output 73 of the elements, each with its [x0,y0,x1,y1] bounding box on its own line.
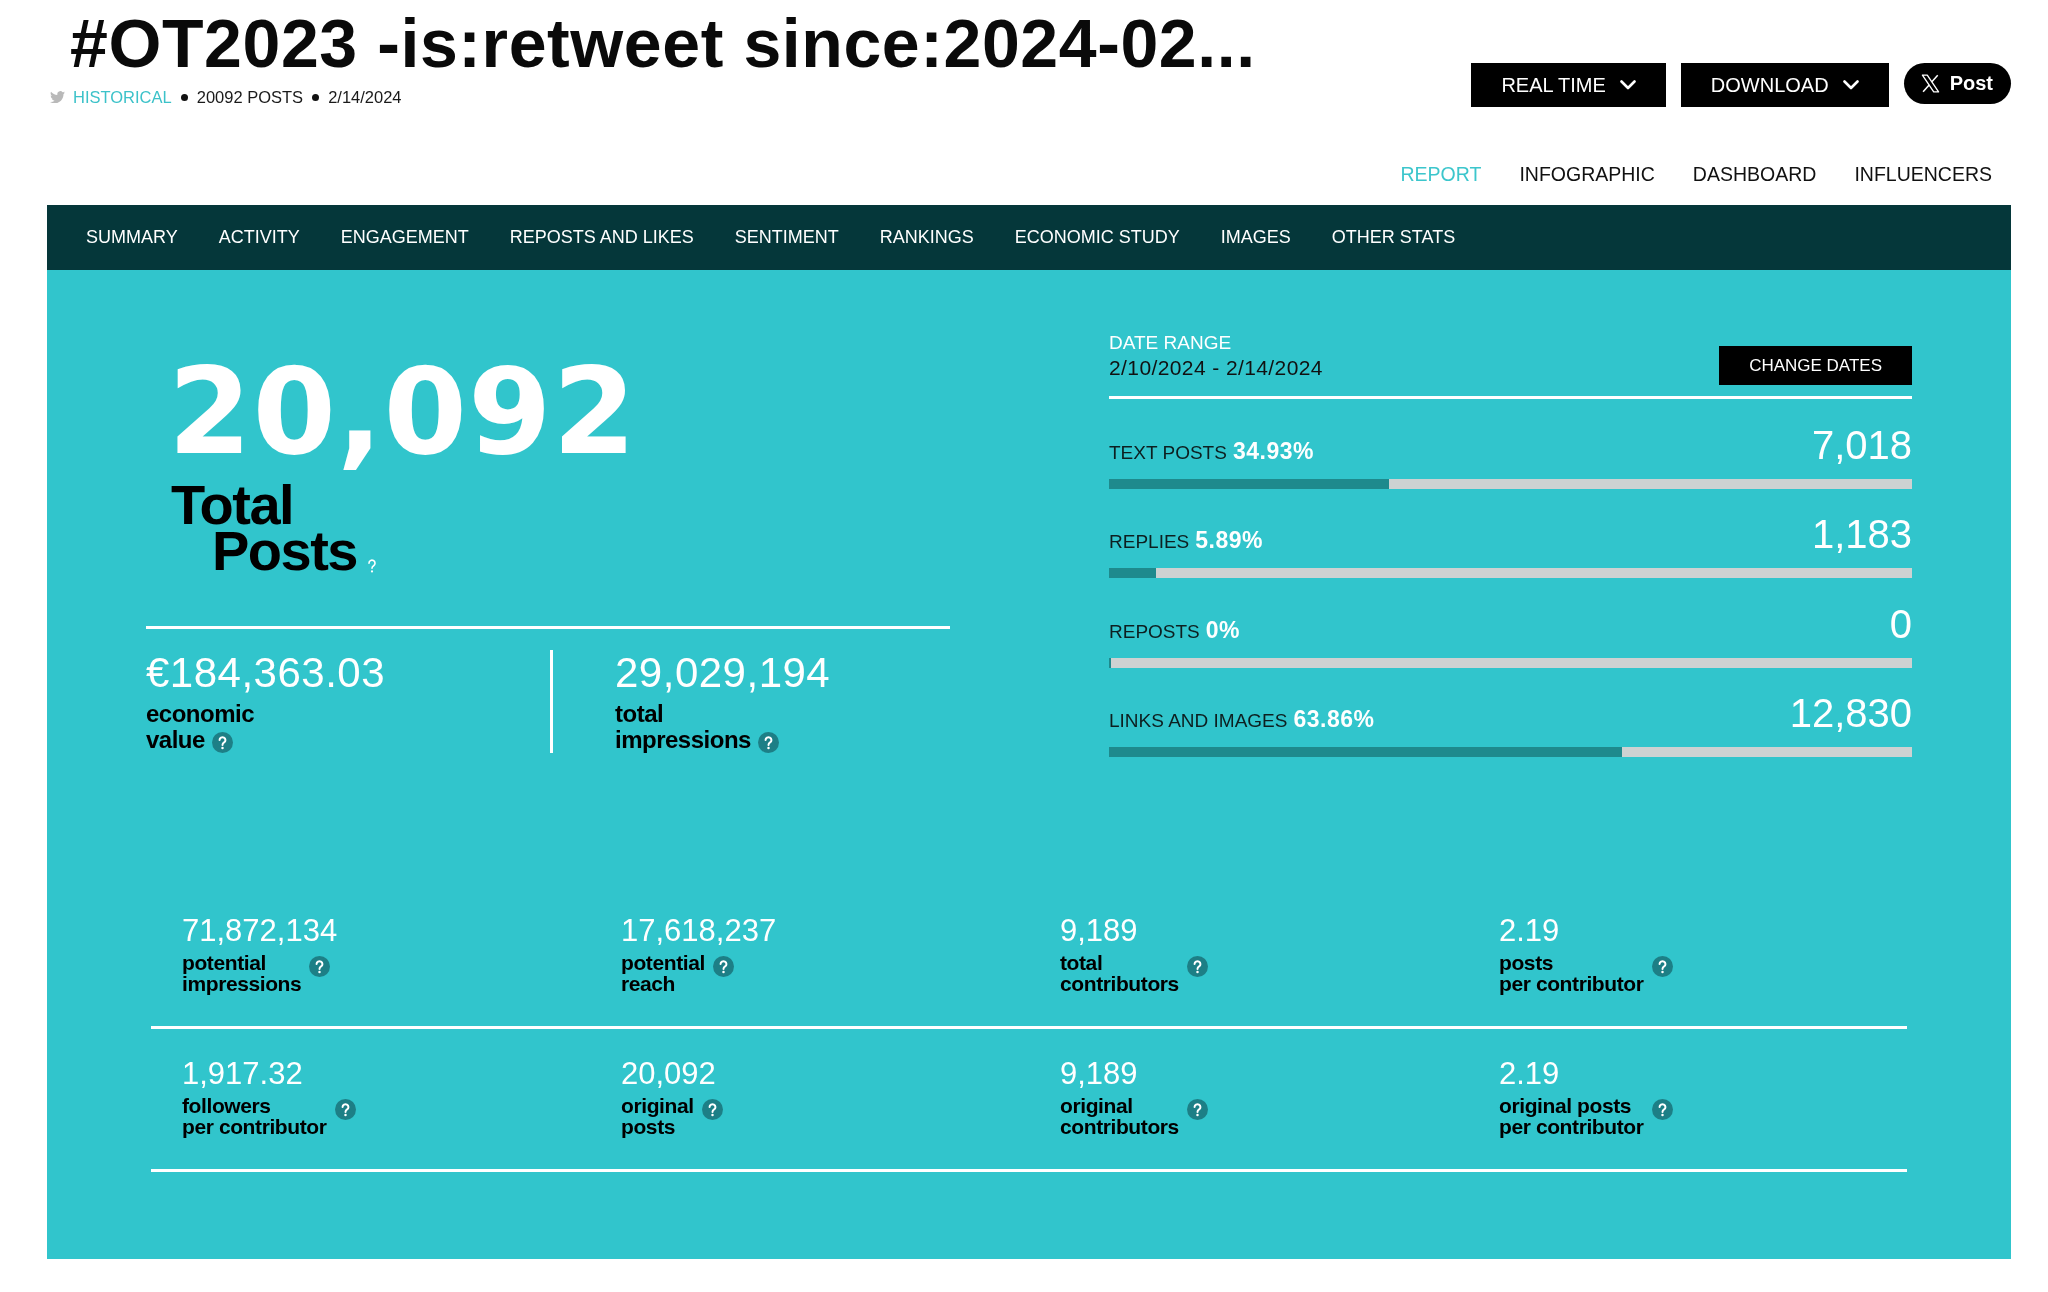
section-tab[interactable]: REPOSTS AND LIKES [509,227,694,248]
section-tab[interactable]: ACTIVITY [218,227,300,248]
stat-value: 2.19 [1499,1057,1560,1091]
breakdown-label: LINKS AND IMAGES [1109,710,1288,732]
stat-value: 17,618,237 [621,914,777,948]
help-icon[interactable] [1651,955,1673,977]
stat-label: original posts per contributor [1499,1095,1644,1137]
total-posts-value: 20,092 [168,352,638,472]
breakdown-count: 0 [1889,600,1912,647]
help-icon[interactable] [701,1098,723,1120]
figure-label: value [146,727,205,752]
help-icon[interactable] [334,1098,356,1120]
view-tab[interactable]: DASHBOARD [1673,162,1836,186]
help-icon[interactable] [1651,1098,1673,1120]
breakdown-count: 1,183 [1811,511,1912,557]
report-title: #OT2023 -is:retweet since:2024-02... [70,5,1256,81]
bullet-icon [180,93,188,101]
chevron-down-icon [1619,80,1636,90]
stat-value: 9,189 [1060,1057,1138,1091]
section-tab[interactable]: RANKINGS [879,227,974,248]
help-icon[interactable] [1186,955,1208,977]
breakdown-label: TEXT POSTS [1109,441,1227,464]
breakdown-label: REPOSTS [1109,620,1200,643]
section-tab[interactable]: IMAGES [1220,227,1291,248]
breakdown-percent: 5.89% [1195,527,1263,554]
meta-text: 2/14/2024 [328,87,402,107]
stat-value: 2.19 [1499,914,1560,948]
stat-label: original posts [621,1095,694,1137]
figure-value: €184,363.03 [146,650,386,696]
breakdown-count: 7,018 [1811,421,1912,468]
date-range-value: 2/10/2024 - 2/14/2024 [1109,355,1323,381]
breakdown-percent: 34.93% [1232,437,1314,465]
bullet-icon [312,93,320,101]
stat-value: 1,917.32 [182,1057,303,1091]
help-icon[interactable] [1186,1098,1208,1120]
view-tab[interactable]: INFOGRAPHIC [1500,162,1674,186]
stat-value: 71,872,134 [182,914,338,948]
help-icon[interactable] [757,732,779,753]
view-tab[interactable]: INFLUENCERS [1835,162,2011,186]
dropdown-button[interactable]: DOWNLOAD [1680,63,1889,107]
meta-text: 20092 POSTS [196,87,304,107]
stat-label: total contributors [1060,952,1179,994]
stat-label: potential reach [621,952,705,994]
stat-label: original contributors [1060,1095,1179,1137]
breakdown-percent: 0% [1205,616,1241,644]
stat-value: 20,092 [621,1057,716,1091]
stat-label: posts per contributor [1499,952,1644,994]
post-button[interactable]: Post [1903,63,2011,104]
x-logo-icon [1920,74,1940,93]
stat-label: followers per contributor [182,1095,327,1137]
stat-value: 9,189 [1060,914,1138,948]
breakdown-label: REPLIES [1109,531,1190,553]
total-posts-label: Total Posts [171,482,357,574]
section-tab[interactable]: SUMMARY [86,227,178,248]
breakdown-count: 12,830 [1789,690,1912,736]
chevron-down-icon [1842,80,1859,90]
breakdown-percent: 63.86% [1293,706,1375,733]
help-icon[interactable] [211,732,233,753]
figure-value: 29,029,194 [615,650,831,696]
figure-label: impressions [615,727,751,752]
section-tab[interactable]: OTHER STATS [1331,227,1456,248]
date-range-label: DATE RANGE [1109,331,1233,355]
section-tab[interactable]: ECONOMIC STUDY [1014,227,1180,248]
help-icon[interactable] [712,955,734,977]
bird-icon [50,90,65,104]
figure-label: total [615,701,664,726]
change-dates-button[interactable]: CHANGE DATES [1719,346,1912,385]
dropdown-button[interactable]: REAL TIME [1471,63,1666,107]
help-icon[interactable] [309,955,331,977]
section-tab[interactable]: SENTIMENT [734,227,839,248]
stat-label: potential impressions [182,952,302,994]
section-tab[interactable]: ENGAGEMENT [340,227,469,248]
figure-label: economic [146,701,255,726]
